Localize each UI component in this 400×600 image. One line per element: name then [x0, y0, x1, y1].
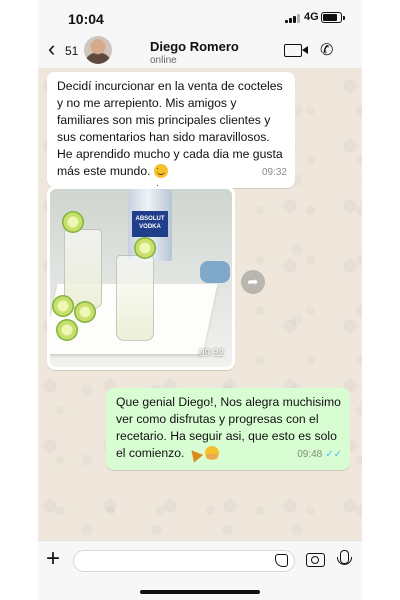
message-input-bar: +	[38, 540, 362, 600]
cocktail-photo[interactable]: ABSOLUT VODKA 09:32	[50, 189, 232, 367]
chat-header: ‹ 51 Diego Romero online ✆	[38, 34, 362, 69]
signal-icon	[285, 13, 301, 23]
forward-icon[interactable]: ➦	[241, 270, 265, 294]
bottle-label: ABSOLUT VODKA	[132, 211, 168, 237]
outgoing-message-bubble[interactable]: Que genial Diego!, Nos alegra muchisimo …	[106, 388, 350, 470]
status-time: 10:04	[68, 11, 104, 27]
network-label: 4G	[304, 11, 319, 23]
blue-cloth	[200, 261, 230, 283]
lime-slice	[134, 237, 156, 259]
microphone-icon[interactable]	[337, 550, 352, 565]
presence-status: online	[150, 55, 177, 66]
phone-screen: 10:04 4G ‹ 51 Diego Romero online ✆ Deci…	[38, 0, 362, 600]
cocktail-glass	[116, 255, 154, 341]
phone-call-icon[interactable]: ✆	[320, 40, 333, 60]
message-input[interactable]	[73, 550, 295, 572]
camera-icon[interactable]	[306, 553, 325, 567]
incoming-message-bubble[interactable]: Decidí incurcionar en la venta de coctel…	[47, 72, 295, 194]
plus-icon[interactable]: +	[46, 547, 60, 571]
unread-count[interactable]: 51	[65, 44, 78, 58]
back-chevron-icon[interactable]: ‹	[48, 38, 55, 60]
smile-emoji	[153, 160, 168, 194]
party-popper-emoji	[188, 446, 202, 460]
video-call-icon[interactable]	[284, 44, 308, 57]
contact-name[interactable]: Diego Romero	[150, 39, 239, 54]
battery-icon	[321, 12, 345, 23]
message-time: 09:32	[261, 167, 287, 178]
sticker-icon[interactable]	[275, 554, 288, 567]
lime-slice	[74, 301, 96, 323]
read-ticks-icon: ✓✓	[325, 449, 342, 460]
avatar[interactable]	[84, 36, 112, 64]
lime-slice	[62, 211, 84, 233]
status-bar: 10:04 4G	[38, 0, 362, 34]
message-time: 09:48	[297, 449, 323, 460]
hugging-face-emoji	[204, 446, 219, 460]
lime-slice	[52, 295, 74, 317]
home-indicator[interactable]	[140, 590, 260, 594]
image-time: 09:32	[198, 348, 224, 359]
incoming-image-bubble[interactable]: ABSOLUT VODKA 09:32	[47, 186, 235, 370]
lime-slice	[56, 319, 78, 341]
